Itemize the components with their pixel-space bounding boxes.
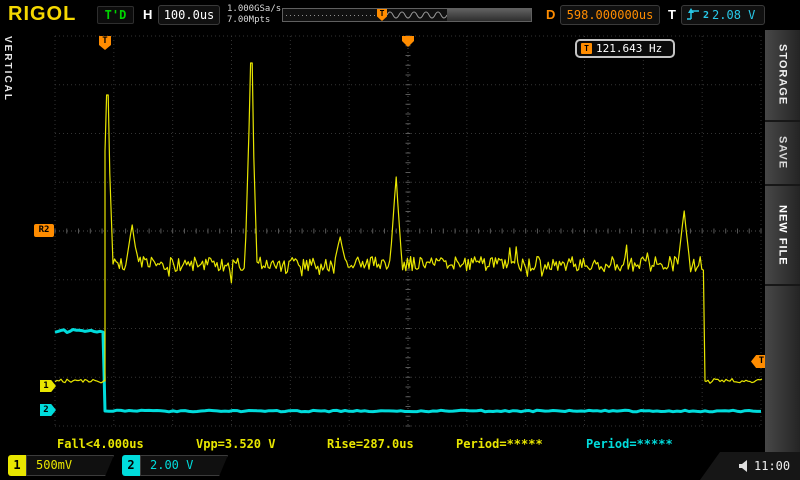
softkey-menu: STORAGE SAVE NEW FILE [765, 30, 800, 452]
menu-item-storage[interactable]: STORAGE [765, 30, 800, 122]
trigger-status-badge: T'D [97, 6, 134, 24]
ch2-status-block[interactable]: 2 2.00 V [122, 455, 228, 476]
trigger-source: 2 [703, 10, 709, 21]
rising-edge-icon [687, 8, 700, 22]
measurement-vpp: Vpp=3.520 V [196, 437, 275, 451]
brand-logo: RIGOL [8, 3, 76, 26]
frequency-counter: T 121.643 Hz [575, 39, 675, 58]
posbar-baseline [286, 15, 378, 16]
measurements-row: Fall<4.000us Vpp=3.520 V Rise=287.0us Pe… [0, 435, 765, 452]
horizontal-position-bar[interactable]: T [282, 8, 532, 22]
trigger-level-value: 2.08 V [712, 8, 755, 22]
counter-value: 121.643 Hz [596, 42, 662, 55]
posbar-wave-icon [387, 9, 447, 21]
ch1-status-block[interactable]: 1 500mV [8, 455, 114, 476]
acquisition-info: 1.000GSa/s 7.00Mpts [227, 4, 281, 26]
oscilloscope-screen: RIGOL T'D H 100.0us 1.000GSa/s 7.00Mpts … [0, 0, 800, 480]
measurement-rise: Rise=287.0us [327, 437, 414, 451]
menu-item-save[interactable]: SAVE [765, 122, 800, 186]
speaker-icon [739, 460, 749, 473]
sample-rate: 1.000GSa/s [227, 4, 281, 15]
measurement-fall: Fall<4.000us [57, 437, 144, 451]
ch1-scale: 500mV [26, 455, 114, 476]
menu-item-new-file[interactable]: NEW FILE [765, 186, 800, 286]
clock: 11:00 [754, 459, 790, 473]
topbar: RIGOL T'D H 100.0us 1.000GSa/s 7.00Mpts … [0, 0, 800, 30]
waveform-display [0, 0, 800, 480]
timebase-box[interactable]: 100.0us [158, 5, 220, 25]
posbar-filled-region [447, 9, 531, 21]
ref2-marker[interactable]: R2 [34, 224, 54, 237]
ch1-badge: 1 [8, 455, 26, 476]
ch2-badge: 2 [122, 455, 140, 476]
delay-value-box[interactable]: 598.000000us [560, 5, 660, 25]
left-menu-title: VERTICAL [2, 36, 13, 102]
measurement-period-ch2: Period=***** [586, 437, 673, 451]
horizontal-label: H [143, 7, 152, 22]
memory-depth: 7.00Mpts [227, 15, 281, 26]
counter-trigger-icon: T [581, 43, 592, 54]
trigger-position-marker-icon[interactable]: T [377, 9, 387, 21]
delay-label: D [546, 7, 555, 22]
ch2-scale: 2.00 V [140, 455, 228, 476]
trigger-info-box[interactable]: 2 2.08 V [681, 5, 765, 25]
bottombar: 1 500mV 2 2.00 V 11:00 [0, 452, 800, 480]
measurement-period-ch1: Period=***** [456, 437, 543, 451]
trigger-label: T [668, 7, 676, 22]
